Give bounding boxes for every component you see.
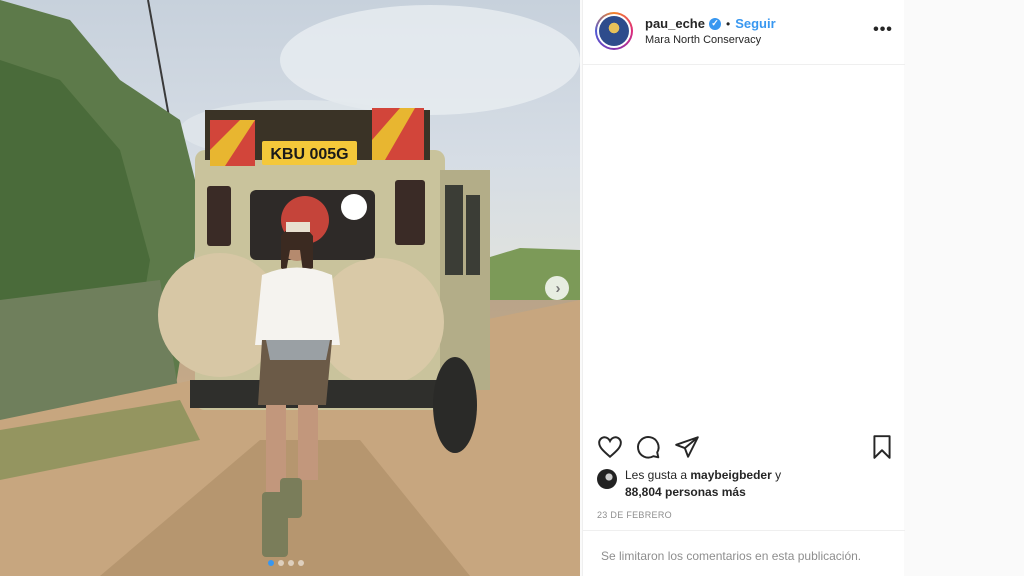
post-photo[interactable]: KBU 005G › <box>0 0 580 576</box>
comment-icon[interactable] <box>635 434 661 460</box>
avatar[interactable] <box>595 12 633 50</box>
post-header: pau_eche ✓ • Seguir Mara North Conservac… <box>583 0 905 65</box>
location-link[interactable]: Mara North Conservacy <box>645 34 761 46</box>
likes-count-link[interactable]: 88,804 personas más <box>625 485 746 499</box>
carousel-dot <box>298 560 304 566</box>
license-plate-text: KBU 005G <box>270 146 348 163</box>
likes-suffix: y <box>771 468 782 482</box>
heart-icon[interactable] <box>597 434 623 460</box>
avatar-image <box>599 16 629 46</box>
user-line: pau_eche ✓ • Seguir <box>645 16 776 31</box>
carousel-dot <box>268 560 274 566</box>
carousel-dot <box>278 560 284 566</box>
next-photo-button[interactable]: › <box>545 276 569 300</box>
post-date[interactable]: 23 de febrero <box>597 510 672 520</box>
separator-bullet: • <box>725 16 731 31</box>
post-side-panel: pau_eche ✓ • Seguir Mara North Conservac… <box>582 0 905 576</box>
likes-text: Les gusta a maybeigbeder y 88,804 person… <box>625 467 895 501</box>
liker-username-link[interactable]: maybeigbeder <box>690 468 771 482</box>
carousel-dot <box>288 560 294 566</box>
comments-area: Se limitaron los comentarios en esta pub… <box>583 530 905 576</box>
post-actions-bar <box>583 430 905 464</box>
chevron-right-icon: › <box>555 279 561 297</box>
carousel-indicator <box>268 560 304 566</box>
photo-scene: KBU 005G <box>0 0 580 576</box>
verified-badge-icon: ✓ <box>708 17 721 30</box>
instagram-post-viewer: KBU 005G › pau_eche ✓ • Seguir Mara Nort… <box>0 0 1024 576</box>
bookmark-icon[interactable] <box>869 434 895 460</box>
more-options-icon[interactable]: ••• <box>873 20 893 40</box>
share-icon[interactable] <box>674 434 700 460</box>
comments-limited-notice: Se limitaron los comentarios en esta pub… <box>601 549 862 563</box>
avatar-ring <box>597 14 631 48</box>
username-link[interactable]: pau_eche <box>645 16 705 31</box>
follow-button[interactable]: Seguir <box>735 16 775 31</box>
likes-prefix: Les gusta a <box>625 468 691 482</box>
liker-avatar[interactable] <box>597 469 617 489</box>
